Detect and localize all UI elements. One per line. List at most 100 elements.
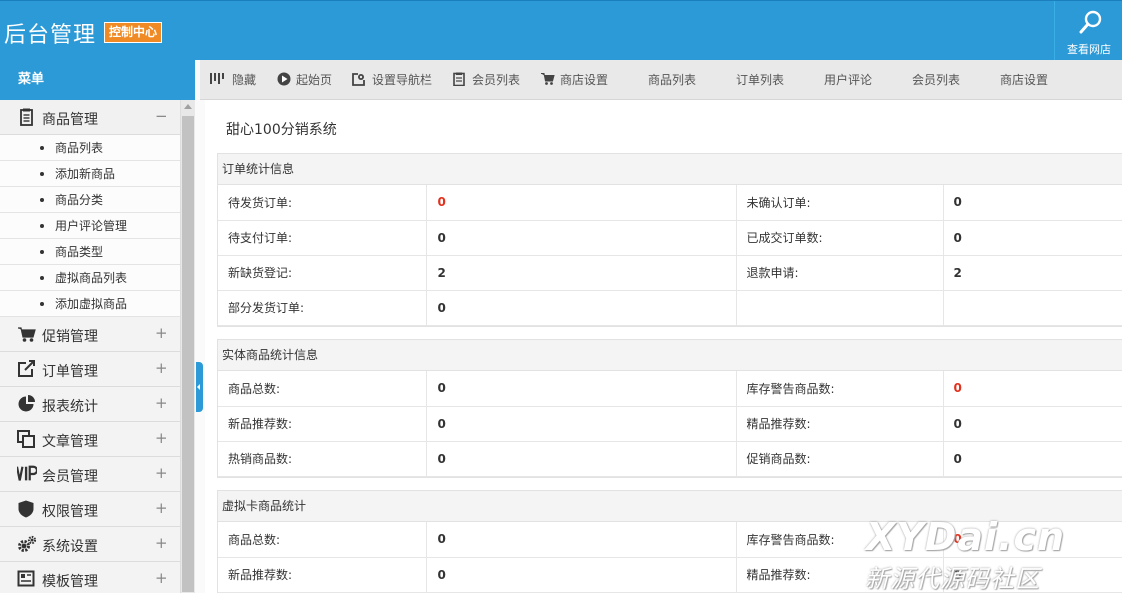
stat-label: 待发货订单:	[218, 185, 427, 221]
template-icon	[17, 570, 35, 587]
stat-value: 0	[943, 557, 1122, 593]
sidebar-group-promotion[interactable]: 促销管理 +	[0, 317, 180, 352]
table-row: 商品总数: 0 库存警告商品数: 0	[218, 522, 1122, 558]
stat-value: 2	[943, 255, 1122, 291]
expand-icon[interactable]: +	[155, 429, 168, 447]
stat-value: 0	[943, 185, 1122, 221]
search-icon	[1079, 10, 1102, 34]
sidebar-group-articles[interactable]: 文章管理 +	[0, 422, 180, 457]
virtual-stats-table: 商品总数: 0 库存警告商品数: 0 新品推荐数: 0 精品推荐数: 0	[218, 522, 1122, 593]
stat-label: 精品推荐数:	[736, 557, 944, 593]
stat-label: 未确认订单:	[736, 185, 944, 221]
menu-list: 商品管理 − 商品列表 添加新商品 商品分类 用户评论管理 商品类型 虚拟商品列…	[0, 100, 180, 593]
stat-value: 0	[426, 406, 737, 442]
sidebar-item-goods-type[interactable]: 商品类型	[0, 239, 180, 265]
table-row: 新品推荐数: 0 精品推荐数: 0	[218, 406, 1122, 442]
stat-label: 商品总数:	[218, 371, 427, 407]
brand-title: 后台管理	[4, 23, 97, 48]
expand-icon[interactable]: +	[155, 324, 168, 342]
stat-value: 0	[943, 371, 1122, 407]
cart-icon	[541, 73, 555, 85]
stat-value: 0	[943, 220, 1122, 256]
sidebar-group-label: 订单管理	[42, 364, 98, 380]
sidebar-collapse-bar	[195, 60, 205, 593]
stat-value: 0	[943, 441, 1122, 477]
expand-icon[interactable]: +	[155, 359, 168, 377]
sidebar-group-goods[interactable]: 商品管理 −	[0, 100, 180, 135]
table-row: 部分发货订单: 0	[218, 290, 1122, 326]
sidebar-group-reports[interactable]: 报表统计 +	[0, 387, 180, 422]
stat-label: 库存警告商品数:	[736, 371, 944, 407]
sidebar-group-label: 权限管理	[42, 504, 98, 520]
top-header: 后台管理 控制中心 查看网店	[0, 0, 1122, 61]
stat-value: 0	[426, 441, 737, 477]
submenu-goods: 商品列表 添加新商品 商品分类 用户评论管理 商品类型 虚拟商品列表 添加虚拟商…	[0, 135, 180, 317]
expand-icon[interactable]: +	[155, 534, 168, 552]
table-row: 热销商品数: 0 促销商品数: 0	[218, 441, 1122, 477]
sidebar-group-label: 文章管理	[42, 434, 98, 450]
stat-value: 0	[426, 290, 737, 326]
sidebar-scrollbar[interactable]	[180, 100, 195, 593]
stat-label: 促销商品数:	[736, 441, 944, 477]
sidebar-group-orders[interactable]: 订单管理 +	[0, 352, 180, 387]
sidebar-group-label: 模板管理	[42, 574, 98, 590]
goods-stats-section: 实体商品统计信息 商品总数: 0 库存警告商品数: 0 新品推荐数: 0 精品推…	[217, 339, 1122, 478]
view-store-button[interactable]: 查看网店	[1054, 1, 1122, 61]
expand-icon[interactable]: +	[155, 499, 168, 517]
sidebar-group-templates[interactable]: 模板管理 +	[0, 562, 180, 593]
edit-icon	[352, 73, 365, 86]
scrollbar-thumb[interactable]	[182, 116, 194, 592]
collapse-icon[interactable]: −	[155, 107, 168, 125]
sidebar-group-label: 系统设置	[42, 539, 98, 555]
main-content: 甜心100分销系统 订单统计信息 待发货订单: 0 未确认订单: 0 待支付订单…	[205, 100, 1122, 593]
table-row: 新缺货登记: 2 退款申请: 2	[218, 255, 1122, 291]
order-stats-section: 订单统计信息 待发货订单: 0 未确认订单: 0 待支付订单: 0 已成交订单数…	[217, 153, 1122, 327]
sidebar-item-goods-category[interactable]: 商品分类	[0, 187, 180, 213]
stat-value: 0	[426, 371, 737, 407]
stat-label	[736, 290, 944, 326]
sidebar-group-label: 会员管理	[42, 469, 98, 485]
sidebar-group-permissions[interactable]: 权限管理 +	[0, 492, 180, 527]
expand-icon[interactable]: +	[155, 569, 168, 587]
goods-stats-table: 商品总数: 0 库存警告商品数: 0 新品推荐数: 0 精品推荐数: 0 热销商…	[218, 371, 1122, 477]
sidebar-item-add-goods[interactable]: 添加新商品	[0, 161, 180, 187]
virtual-stats-section: 虚拟卡商品统计 商品总数: 0 库存警告商品数: 0 新品推荐数: 0 精品推荐…	[217, 490, 1122, 593]
stat-label: 精品推荐数:	[736, 406, 944, 442]
table-row: 待支付订单: 0 已成交订单数: 0	[218, 220, 1122, 256]
scroll-up-icon[interactable]	[184, 104, 192, 109]
stat-label: 商品总数:	[218, 522, 427, 558]
menu-title: 菜单	[0, 60, 195, 100]
view-store-label: 查看网店	[1067, 43, 1111, 56]
stat-value: 0	[426, 557, 737, 593]
shield-icon	[18, 500, 34, 518]
copy-icon	[17, 430, 35, 448]
expand-icon[interactable]: +	[155, 394, 168, 412]
stat-value: 0	[426, 220, 737, 256]
sidebar-item-goods-list[interactable]: 商品列表	[0, 135, 180, 161]
section-title: 虚拟卡商品统计	[218, 491, 1122, 522]
stat-label: 新品推荐数:	[218, 557, 427, 593]
sidebar-group-label: 促销管理	[42, 329, 98, 345]
sidebar-group-label: 报表统计	[42, 399, 98, 415]
cart-icon	[18, 327, 36, 342]
sidebar-collapse-handle[interactable]	[196, 362, 203, 412]
stat-label: 退款申请:	[736, 255, 944, 291]
section-title: 实体商品统计信息	[218, 340, 1122, 371]
vip-icon	[17, 465, 37, 481]
stat-label: 新品推荐数:	[218, 406, 427, 442]
stat-label: 已成交订单数:	[736, 220, 944, 256]
sidebar-item-virtual-list[interactable]: 虚拟商品列表	[0, 265, 180, 291]
sidebar: 菜单 商品管理 − 商品列表 添加新商品 商品分类 用户评论管理 商品类型 虚拟…	[0, 60, 195, 593]
stat-value: 0	[943, 522, 1122, 558]
sidebar-item-comments[interactable]: 用户评论管理	[0, 213, 180, 239]
expand-icon[interactable]: +	[155, 464, 168, 482]
order-stats-table: 待发货订单: 0 未确认订单: 0 待支付订单: 0 已成交订单数: 0 新缺货…	[218, 185, 1122, 326]
sidebar-item-add-virtual[interactable]: 添加虚拟商品	[0, 291, 180, 317]
stat-value	[943, 290, 1122, 326]
pie-chart-icon	[18, 395, 35, 412]
bars-icon	[210, 73, 224, 84]
gears-icon	[18, 535, 37, 552]
sidebar-group-settings[interactable]: 系统设置 +	[0, 527, 180, 562]
sidebar-group-members[interactable]: 会员管理 +	[0, 457, 180, 492]
table-row: 待发货订单: 0 未确认订单: 0	[218, 185, 1122, 221]
